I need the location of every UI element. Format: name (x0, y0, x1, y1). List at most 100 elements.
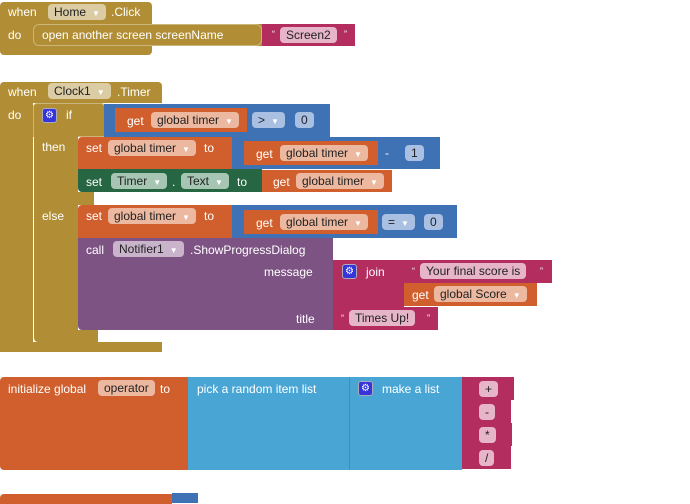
component-name: Timer (117, 174, 148, 188)
variable-name: global timer (114, 209, 177, 223)
dropdown-arrow-icon: ▼ (354, 219, 362, 228)
variable-name: global timer (157, 113, 220, 127)
operator-dropdown[interactable]: = ▼ (382, 214, 415, 230)
variable-dropdown[interactable]: global timer ▼ (296, 173, 384, 189)
variable-name: global Score (440, 287, 507, 301)
get-label: get (127, 114, 144, 128)
operator: > (258, 113, 266, 127)
quote-open: “ (412, 266, 415, 276)
operator-dropdown[interactable]: > ▼ (252, 112, 285, 128)
quote-open: “ (272, 29, 275, 39)
event-label: .Click (111, 5, 141, 19)
component-dropdown[interactable]: Timer ▼ (111, 173, 168, 189)
dropdown-arrow-icon: ▼ (225, 117, 233, 126)
do-label: do (8, 28, 22, 42)
partial-math-block[interactable] (172, 493, 198, 503)
get-label: get (412, 288, 429, 302)
event-label: .Timer (117, 85, 151, 99)
variable-dropdown[interactable]: global Score ▼ (434, 286, 527, 302)
component-name: Clock1 (54, 84, 91, 98)
event-bottom (0, 342, 162, 352)
set-label: set (86, 175, 103, 189)
component-name: Notifier1 (119, 242, 164, 256)
property-dropdown[interactable]: Text ▼ (181, 173, 229, 189)
text-value[interactable]: * (479, 427, 496, 443)
to-label: to (204, 141, 215, 155)
to-label: to (204, 209, 215, 223)
dropdown-arrow-icon: ▼ (215, 178, 223, 187)
to-label: to (160, 382, 171, 396)
variable-dropdown[interactable]: global timer ▼ (280, 145, 368, 161)
dropdown-arrow-icon: ▼ (354, 150, 362, 159)
dropdown-arrow-icon: ▼ (182, 213, 190, 222)
quote-close: ” (427, 313, 430, 323)
component-dropdown[interactable]: Notifier1 ▼ (113, 241, 184, 257)
title-label: title (296, 312, 315, 326)
number-field[interactable]: 1 (405, 145, 424, 161)
text-value[interactable]: - (479, 404, 495, 420)
component-dropdown[interactable]: Clock1 ▼ (48, 83, 111, 99)
event-body (0, 103, 33, 352)
variable-name: global timer (286, 146, 349, 160)
operator: = (388, 215, 396, 229)
set-component-property-block[interactable] (78, 169, 262, 192)
make-label: make a list (382, 382, 440, 396)
quote-open: “ (341, 313, 344, 323)
variable-name: global timer (302, 174, 365, 188)
message-label: message (264, 265, 313, 279)
variable-dropdown[interactable]: global timer ▼ (108, 140, 196, 156)
variable-dropdown[interactable]: global timer ▼ (108, 208, 196, 224)
dropdown-arrow-icon: ▼ (401, 219, 409, 228)
number-field[interactable]: 0 (424, 214, 443, 230)
text-value[interactable]: / (479, 450, 495, 466)
component-dropdown[interactable]: Home ▼ (48, 4, 106, 20)
when-label: when (8, 5, 37, 19)
dropdown-arrow-icon: ▼ (182, 145, 190, 154)
do-label: do (8, 108, 22, 122)
if-body (34, 136, 78, 334)
dropdown-arrow-icon: ▼ (92, 9, 100, 18)
if-bottom (34, 330, 98, 342)
text-value[interactable]: Times Up! (349, 310, 416, 326)
quote-close: ” (540, 266, 543, 276)
dot-label: . (172, 175, 176, 189)
variable-dropdown[interactable]: global timer ▼ (151, 112, 239, 128)
method-label: .ShowProgressDialog (190, 243, 306, 257)
init-label: initialize global (8, 382, 87, 396)
when-label: when (8, 85, 37, 99)
then-label: then (42, 140, 66, 154)
set-label: set (86, 209, 103, 223)
component-name: Home (54, 5, 87, 19)
gear-icon[interactable]: ⚙ (342, 264, 357, 279)
variable-name: global timer (286, 215, 349, 229)
pick-label: pick a random item list (197, 382, 317, 396)
text-value[interactable]: Screen2 (280, 27, 337, 43)
if-else-divider (34, 192, 94, 205)
gear-icon[interactable]: ⚙ (358, 381, 373, 396)
get-label: get (273, 175, 290, 189)
text-value[interactable]: Your final score is (420, 263, 527, 279)
else-label: else (42, 209, 65, 223)
statement-label: open another screen screenName (42, 28, 224, 42)
partial-initialize-block[interactable] (0, 494, 172, 504)
to-label: to (237, 175, 248, 189)
get-label: get (256, 216, 273, 230)
set-label: set (86, 141, 103, 155)
number-field[interactable]: 0 (295, 112, 314, 128)
gear-icon[interactable]: ⚙ (42, 108, 57, 123)
quote-close: ” (344, 29, 347, 39)
variable-name: global timer (114, 141, 177, 155)
dropdown-arrow-icon: ▼ (271, 117, 279, 126)
dropdown-arrow-icon: ▼ (370, 178, 378, 187)
property-name: Text (187, 174, 210, 188)
join-label: join (366, 265, 385, 279)
operator: - (385, 146, 389, 160)
text-value[interactable]: + (479, 381, 499, 397)
dropdown-arrow-icon: ▼ (169, 246, 178, 255)
dropdown-arrow-icon: ▼ (153, 178, 162, 187)
variable-dropdown[interactable]: global timer ▼ (280, 214, 368, 230)
dropdown-arrow-icon: ▼ (96, 88, 105, 97)
dropdown-arrow-icon: ▼ (512, 291, 521, 300)
get-label: get (256, 147, 273, 161)
variable-name-field[interactable]: operator (98, 380, 155, 396)
